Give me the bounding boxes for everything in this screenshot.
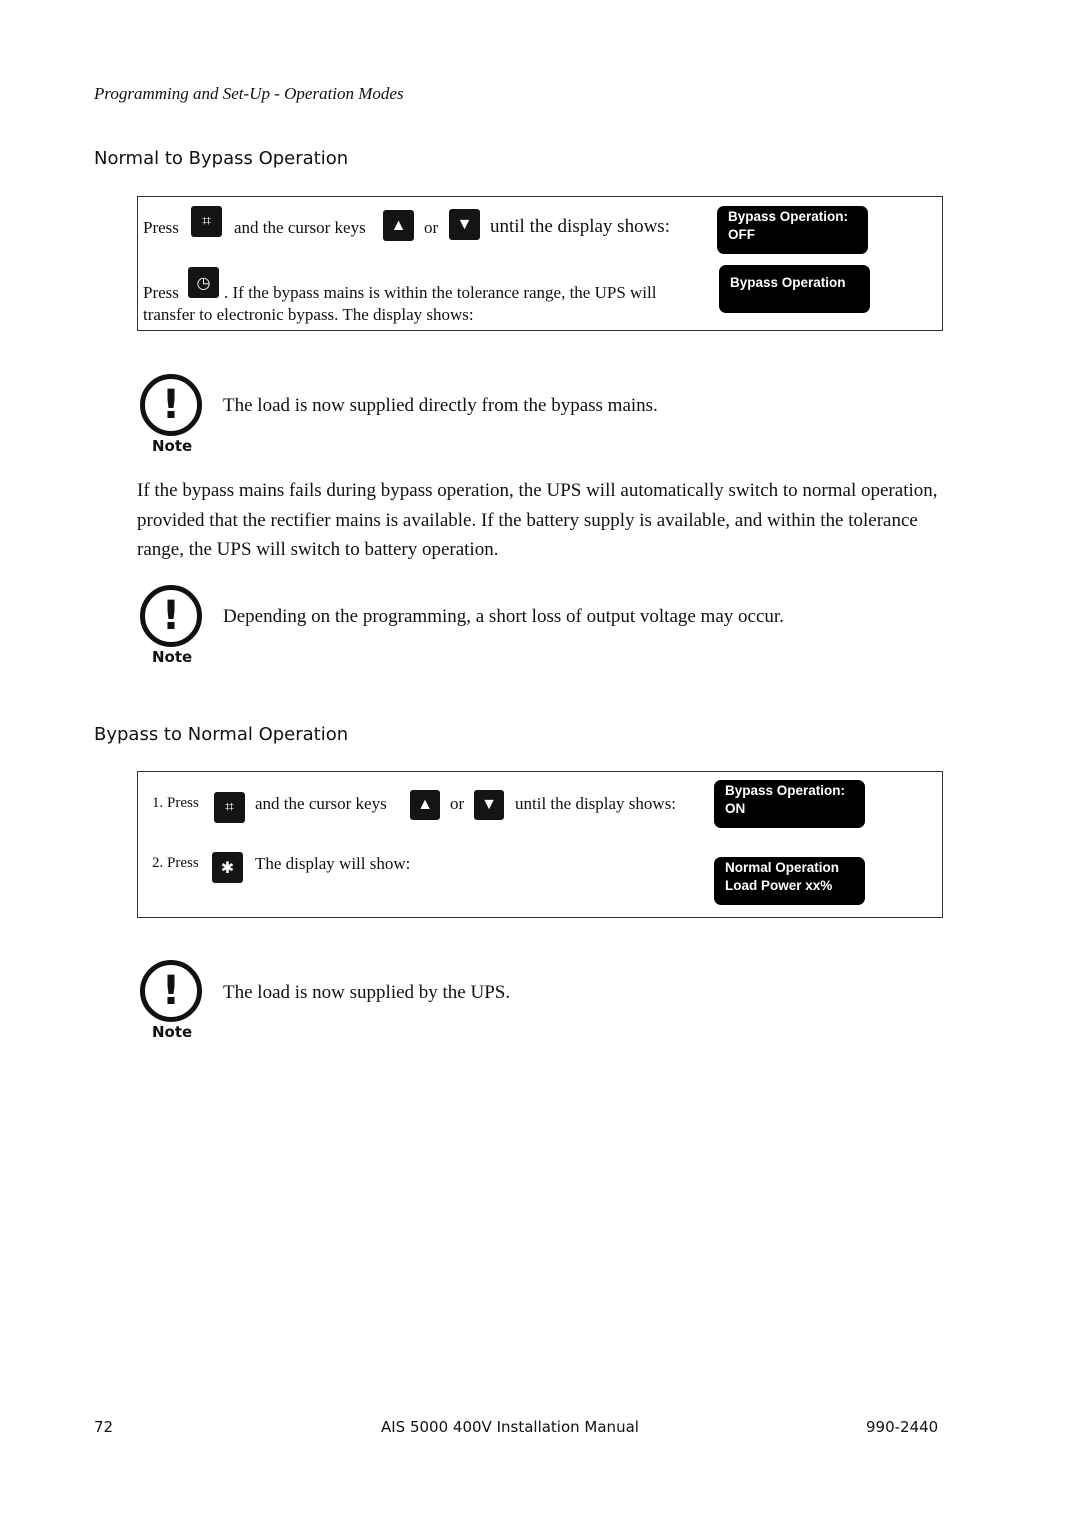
lcd-display: Bypass Operation <box>719 265 870 313</box>
text: Press <box>143 283 179 302</box>
note-icon: ! <box>140 374 202 436</box>
instruction-box: Press ⌗ and the cursor keys ▲ or ▼ until… <box>137 196 943 331</box>
note-label: Note <box>152 648 193 666</box>
lcd-line: ON <box>725 801 746 816</box>
instruction-box: 1. Press ⌗ and the cursor keys ▲ or ▼ un… <box>137 771 943 918</box>
note-label: Note <box>152 437 193 455</box>
note-icon: ! <box>140 960 202 1022</box>
paragraph: If the bypass mains fails during bypass … <box>137 480 938 560</box>
note-label: Note <box>152 1023 193 1041</box>
note-icon: ! <box>140 585 202 647</box>
asterisk-key-icon: ✱ <box>212 852 243 883</box>
up-key-icon: ▲ <box>383 210 414 241</box>
text: and the cursor keys <box>255 794 387 813</box>
text: . If the bypass mains is within the tole… <box>224 283 657 302</box>
document-number: 990-2440 <box>866 1418 939 1436</box>
down-key-icon: ▼ <box>449 209 480 240</box>
menu-key-icon: ⌗ <box>191 206 222 237</box>
text: until the display shows: <box>490 216 670 237</box>
text: Press <box>143 218 179 237</box>
section-title: Bypass to Normal Operation <box>94 724 349 745</box>
running-header: Programming and Set-Up - Operation Modes <box>94 84 404 103</box>
down-key-icon: ▼ <box>474 790 504 820</box>
section-title: Normal to Bypass Operation <box>94 148 349 169</box>
lcd-display: Bypass Operation: OFF <box>717 206 868 254</box>
text: 2. Press <box>152 855 199 871</box>
footer-title: AIS 5000 400V Installation Manual <box>381 1418 639 1436</box>
up-key-icon: ▲ <box>410 790 440 820</box>
text: transfer to electronic bypass. The displ… <box>143 305 474 324</box>
text: until the display shows: <box>515 794 677 813</box>
lcd-display: Bypass Operation: ON <box>714 780 865 828</box>
text: and the cursor keys <box>234 218 366 237</box>
text: or <box>424 218 439 237</box>
menu-key-icon: ⌗ <box>214 792 245 823</box>
lcd-line: Bypass Operation <box>730 275 846 290</box>
lcd-line: Normal Operation <box>725 860 840 875</box>
text: The display will show: <box>255 854 411 873</box>
lcd-line: Bypass Operation: <box>728 209 849 224</box>
clock-key-icon: ◷ <box>188 267 219 298</box>
note-text: Depending on the programming, a short lo… <box>223 606 784 627</box>
text: or <box>450 794 465 813</box>
note-text: The load is now supplied directly from t… <box>223 395 658 416</box>
page-number: 72 <box>94 1418 114 1436</box>
lcd-display: Normal Operation Load Power xx% <box>714 857 865 905</box>
lcd-line: Load Power xx% <box>725 878 833 893</box>
lcd-line: Bypass Operation: <box>725 783 846 798</box>
text: 1. Press <box>152 795 199 811</box>
lcd-line: OFF <box>728 227 755 242</box>
note-text: The load is now supplied by the UPS. <box>223 982 511 1003</box>
